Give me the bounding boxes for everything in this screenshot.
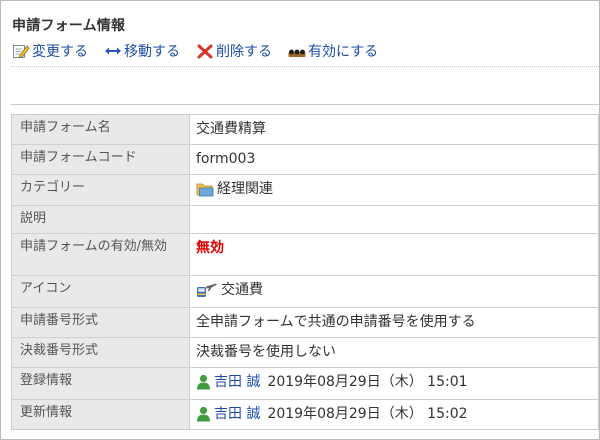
table-row: 決裁番号形式 決裁番号を使用しない	[11, 337, 599, 368]
move-label: 移動する	[124, 44, 180, 60]
page-title: 申請フォーム情報	[12, 18, 126, 34]
category-value: 経理関連	[217, 181, 273, 197]
field-label: 申請フォームの有効/無効	[11, 233, 190, 276]
toolbar: 変更する 移動する 削除する 有効にする	[12, 42, 394, 60]
table-row: 申請フォーム名 交通費精算	[11, 114, 599, 145]
registered-info: 吉田 誠 2019年08月29日（木） 15:01	[196, 373, 592, 391]
field-label: アイコン	[11, 275, 190, 308]
approval-number-format-value: 決裁番号を使用しない	[189, 337, 599, 368]
move-button[interactable]: 移動する	[104, 41, 180, 61]
field-label: 申請フォーム名	[11, 114, 190, 145]
updated-datetime: 2019年08月29日（木） 15:02	[267, 406, 468, 422]
registered-datetime: 2019年08月29日（木） 15:01	[267, 374, 468, 390]
category-link[interactable]: 経理関連	[196, 180, 592, 198]
delete-label: 削除する	[216, 44, 272, 60]
form-code-value: form003	[189, 144, 599, 175]
user-icon	[197, 406, 210, 422]
field-label: 申請フォームコード	[11, 144, 190, 175]
number-format-value: 全申請フォームで共通の申請番号を使用する	[189, 307, 599, 338]
form-info-table: 申請フォーム名 交通費精算 申請フォームコード form003 カテゴリー 経理…	[11, 114, 599, 430]
table-row: アイコン 交通費	[11, 275, 599, 308]
table-row: 申請フォームコード form003	[11, 144, 599, 175]
field-label: 決裁番号形式	[11, 337, 190, 368]
enable-icon	[288, 49, 306, 57]
table-row: カテゴリー 経理関連	[11, 174, 599, 206]
delete-x-icon	[197, 44, 213, 59]
registered-user-link[interactable]: 吉田 誠	[214, 373, 260, 391]
section-divider	[11, 104, 599, 105]
folder-icon	[196, 183, 214, 197]
field-label: 登録情報	[11, 367, 190, 400]
field-label: 申請番号形式	[11, 307, 190, 338]
table-row: 申請番号形式 全申請フォームで共通の申請番号を使用する	[11, 307, 599, 338]
enable-button[interactable]: 有効にする	[288, 41, 378, 61]
form-name-value: 交通費精算	[189, 114, 599, 145]
updated-user-link[interactable]: 吉田 誠	[214, 405, 260, 423]
table-row: 更新情報 吉田 誠 2019年08月29日（木） 15:02	[11, 399, 599, 430]
table-row: 申請フォームの有効/無効 無効	[11, 233, 599, 276]
description-value	[189, 205, 599, 234]
form-info-panel: 申請フォーム情報 変更する 移動する 削除する 有効にする 申請フォーム名 交通…	[0, 0, 600, 440]
field-label: カテゴリー	[11, 174, 190, 206]
transport-icon	[197, 283, 217, 297]
toolbar-divider	[11, 66, 599, 67]
form-icon-display: 交通費	[196, 281, 592, 299]
move-arrows-icon	[105, 47, 121, 55]
table-row: 説明	[11, 205, 599, 234]
field-label: 説明	[11, 205, 190, 234]
edit-button[interactable]: 変更する	[12, 41, 88, 61]
user-icon	[197, 374, 210, 390]
delete-button[interactable]: 削除する	[196, 41, 272, 61]
field-label: 更新情報	[11, 399, 190, 430]
updated-info: 吉田 誠 2019年08月29日（木） 15:02	[196, 405, 592, 423]
table-row: 登録情報 吉田 誠 2019年08月29日（木） 15:01	[11, 367, 599, 400]
edit-label: 変更する	[32, 44, 88, 60]
status-badge: 無効	[196, 240, 224, 256]
icon-value: 交通費	[221, 282, 263, 298]
enable-label: 有効にする	[308, 44, 379, 60]
edit-icon	[13, 45, 30, 59]
